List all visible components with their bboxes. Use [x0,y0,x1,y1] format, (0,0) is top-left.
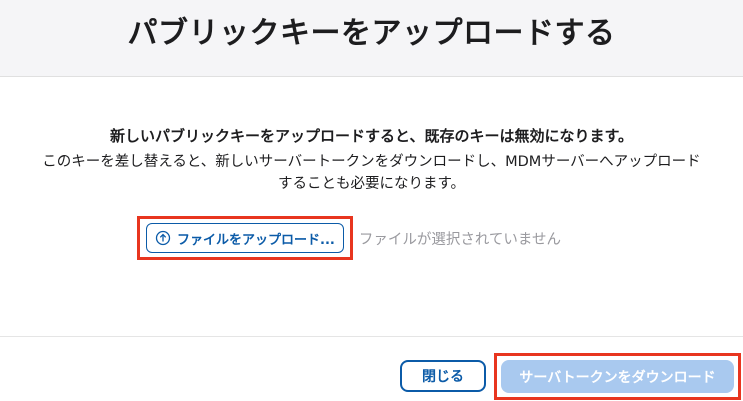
dialog-footer: 閉じる サーバトークンをダウンロード [0,336,743,401]
warning-heading: 新しいパブリックキーをアップロードすると、既存のキーは無効になります。 [110,127,633,145]
upload-public-key-dialog: パブリックキーをアップロードする 新しいパブリックキーをアップロードすると、既存… [0,0,743,401]
close-button[interactable]: 閉じる [400,360,486,392]
upload-file-button-label: ファイルをアップロード... [177,232,335,248]
dialog-header: パブリックキーをアップロードする [0,0,743,77]
warning-description: このキーを差し替えると、新しいサーバートークンをダウンロードし、MDMサーバーへ… [42,154,701,192]
upload-row: ファイルをアップロード... ファイルが選択されていません [137,215,561,261]
upload-arrow-circle-icon [155,230,171,246]
upload-highlight: ファイルをアップロード... [137,216,353,260]
dialog-body: 新しいパブリックキーをアップロードすると、既存のキーは無効になります。 このキー… [0,77,743,335]
upload-file-button[interactable]: ファイルをアップロード... [146,223,344,253]
download-server-token-button[interactable]: サーバトークンをダウンロード [501,360,734,393]
dialog-title: パブリックキーをアップロードする [127,16,616,51]
download-highlight: サーバトークンをダウンロード [494,353,741,400]
file-status-text: ファイルが選択されていません [358,231,561,248]
